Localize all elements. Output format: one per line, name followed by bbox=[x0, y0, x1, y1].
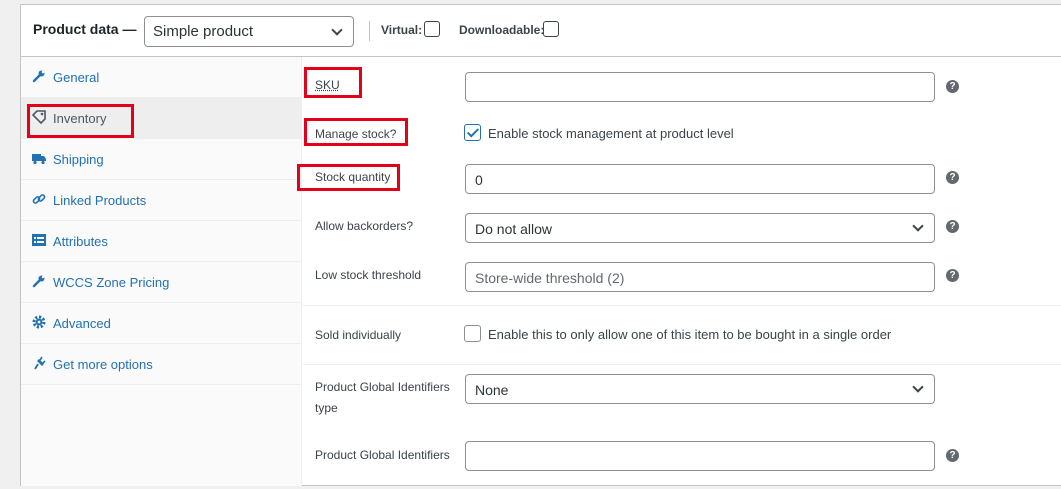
sold-individually-checkbox[interactable] bbox=[464, 325, 481, 342]
backorders-value: Do not allow bbox=[475, 221, 553, 237]
low-stock-input[interactable]: Store-wide threshold (2) bbox=[465, 262, 935, 292]
gid-input[interactable] bbox=[465, 441, 935, 471]
gid-type-label-line2: type bbox=[315, 401, 338, 415]
virtual-checkbox[interactable] bbox=[424, 21, 440, 37]
product-data-title: Product data — bbox=[33, 21, 137, 37]
tab-attributes-label: Attributes bbox=[53, 234, 108, 249]
manage-stock-text: Enable stock management at product level bbox=[488, 126, 734, 141]
section-divider bbox=[303, 305, 1061, 306]
chevron-down-icon bbox=[912, 381, 924, 393]
product-data-panel: Product data — Simple product Virtual: D… bbox=[20, 4, 1061, 486]
tab-wccs-zone-pricing-label: WCCS Zone Pricing bbox=[53, 275, 170, 290]
help-icon[interactable]: ? bbox=[946, 171, 959, 184]
gid-type-value: None bbox=[475, 382, 509, 398]
tab-attributes[interactable]: Attributes bbox=[21, 221, 301, 262]
header-divider bbox=[369, 21, 370, 41]
tab-linked-products-label: Linked Products bbox=[53, 193, 147, 208]
gid-type-label-line1: Product Global Identifiers bbox=[315, 380, 450, 394]
highlight-box-sku bbox=[304, 67, 362, 98]
wrench-icon bbox=[32, 275, 45, 288]
downloadable-label: Downloadable: bbox=[459, 23, 545, 37]
virtual-label: Virtual: bbox=[381, 23, 423, 37]
highlight-box-manage-stock bbox=[304, 118, 408, 146]
section-divider bbox=[303, 364, 1061, 365]
sold-individually-label: Sold individually bbox=[315, 328, 402, 342]
tab-get-more-options-label: Get more options bbox=[53, 357, 153, 372]
highlight-box-stock-quantity bbox=[297, 164, 400, 191]
list-icon bbox=[32, 234, 46, 246]
tab-advanced-label: Advanced bbox=[53, 316, 111, 331]
gid-type-select[interactable]: None bbox=[465, 374, 935, 404]
tab-wccs-zone-pricing[interactable]: WCCS Zone Pricing bbox=[21, 262, 301, 303]
sold-individually-text: Enable this to only allow one of this it… bbox=[488, 327, 892, 342]
sku-input[interactable] bbox=[465, 72, 935, 102]
help-icon[interactable]: ? bbox=[946, 220, 959, 233]
backorders-select[interactable]: Do not allow bbox=[465, 213, 935, 243]
tab-general[interactable]: General bbox=[21, 57, 301, 98]
tab-get-more-options[interactable]: Get more options bbox=[21, 344, 301, 385]
product-type-select[interactable]: Simple product bbox=[144, 16, 354, 47]
tab-general-label: General bbox=[53, 70, 100, 85]
backorders-label: Allow backorders? bbox=[315, 219, 414, 233]
gid-label: Product Global Identifiers bbox=[315, 448, 450, 462]
help-icon[interactable]: ? bbox=[946, 80, 959, 93]
tab-linked-products[interactable]: Linked Products bbox=[21, 180, 301, 221]
chevron-down-icon bbox=[912, 220, 924, 232]
plugin-icon bbox=[34, 356, 46, 370]
help-icon[interactable]: ? bbox=[946, 449, 959, 462]
downloadable-checkbox[interactable] bbox=[543, 21, 559, 37]
product-type-value: Simple product bbox=[153, 23, 254, 40]
stock-quantity-input[interactable]: 0 bbox=[465, 164, 935, 194]
tab-shipping-label: Shipping bbox=[53, 152, 104, 167]
gid-type-label: Product Global Identifiers type bbox=[315, 380, 450, 422]
highlight-box-inventory bbox=[27, 104, 134, 138]
low-stock-label: Low stock threshold bbox=[315, 268, 422, 282]
tab-advanced[interactable]: Advanced bbox=[21, 303, 301, 344]
manage-stock-checkbox[interactable] bbox=[464, 124, 481, 141]
truck-icon bbox=[32, 154, 46, 165]
link-icon bbox=[32, 194, 46, 204]
tab-shipping[interactable]: Shipping bbox=[21, 139, 301, 180]
product-data-header: Product data — Simple product Virtual: D… bbox=[21, 5, 1061, 57]
chevron-down-icon bbox=[331, 24, 343, 36]
gear-icon bbox=[32, 315, 46, 329]
help-icon[interactable]: ? bbox=[946, 269, 959, 282]
wrench-icon bbox=[32, 70, 45, 83]
